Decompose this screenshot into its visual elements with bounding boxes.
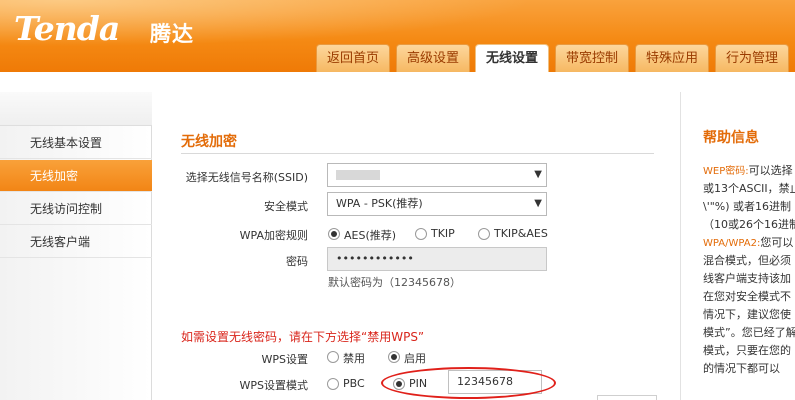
wpa-tkip-aes-label: TKIP&AES [494,227,548,240]
section-title: 无线加密 [181,134,237,150]
help-key: WPA/WPA2: [703,238,761,249]
wps-warning-note: 如需设置无线密码，请在下方选择“禁用WPS” [181,330,425,344]
help-text: 您可以 [760,236,794,249]
tab-home[interactable]: 返回首页 [316,44,390,72]
wps-mode-label: WPS设置模式 [239,379,309,392]
partial-button [597,395,657,400]
wps-enable-label: 启用 [404,352,426,365]
wpa-tkip-aes-radio[interactable] [478,228,490,240]
sidebar-item-encryption[interactable]: 无线加密 [0,160,152,192]
wpa-rule-label: WPA加密规则 [239,229,308,242]
security-mode-select[interactable]: WPA - PSK(推荐) ▼ [327,192,547,216]
help-line: 线客户端支持该加 [703,272,791,285]
help-line: WEP密码:可以选择 [703,162,793,178]
help-line: 模式，只要在您的 [703,344,791,357]
wpa-tkip-radio[interactable] [415,228,427,240]
wps-pbc-radio[interactable] [327,378,339,390]
section-divider [181,153,654,154]
chevron-down-icon: ▼ [534,169,542,180]
wpa-aes-radio[interactable] [328,228,340,240]
help-line: 混合模式，但必须 [703,254,791,267]
tab-behavior[interactable]: 行为管理 [715,44,789,72]
help-line: 情况下，建议您使 [703,308,791,321]
sidebar-item-access-control[interactable]: 无线访问控制 [0,193,152,225]
tab-special-apps[interactable]: 特殊应用 [635,44,709,72]
help-title: 帮助信息 [703,130,759,146]
security-mode-value: WPA - PSK(推荐) [336,197,423,210]
security-mode-label: 安全模式 [264,200,308,213]
password-hint: 默认密码为（12345678） [328,276,461,289]
ssid-select[interactable]: ▼ [327,163,547,187]
ssid-masked-value [336,170,380,180]
help-line: 模式”。您已经了解 [703,326,795,339]
password-label: 密码 [286,255,308,268]
header-bar: Tenda 腾达 返回首页 高级设置 无线设置 带宽控制 特殊应用 行为管理 [0,0,795,72]
help-text: 可以选择 [748,164,793,177]
help-line: 或13个ASCII，禁止 [703,182,795,195]
password-input[interactable]: •••••••••••• [327,247,547,271]
highlight-annotation [381,367,556,399]
tab-bandwidth[interactable]: 带宽控制 [555,44,629,72]
help-line: 的情况下都可以 [703,362,780,375]
brand-logo-cn: 腾达 [150,22,194,46]
tab-wireless[interactable]: 无线设置 [475,44,549,72]
brand-logo: Tenda [14,9,120,48]
sidebar-header [0,92,152,126]
help-key: WEP密码: [703,166,749,177]
help-line: WPA/WPA2:您可以 [703,234,793,250]
wpa-aes-label: AES(推荐) [344,229,397,242]
sidebar-item-clients[interactable]: 无线客户端 [0,226,152,258]
sidebar-item-basic[interactable]: 无线基本设置 [0,127,152,159]
help-line: \'"%) 或者16进制 [703,200,792,213]
wps-disable-label: 禁用 [343,352,365,365]
chevron-down-icon: ▼ [534,198,542,209]
wpa-tkip-label: TKIP [431,227,455,240]
ssid-label: 选择无线信号名称(SSID) [185,171,308,184]
help-panel: 帮助信息 WEP密码:可以选择 或13个ASCII，禁止 \'"%) 或者16进… [681,92,795,400]
help-line: 在您对安全模式不 [703,290,791,303]
wps-enable-radio[interactable] [388,351,400,363]
wps-disable-radio[interactable] [327,351,339,363]
wps-pbc-label: PBC [343,377,365,390]
wps-setting-label: WPS设置 [261,353,309,366]
tab-advanced[interactable]: 高级设置 [396,44,470,72]
help-line: （10或26个16进制 [703,218,795,231]
